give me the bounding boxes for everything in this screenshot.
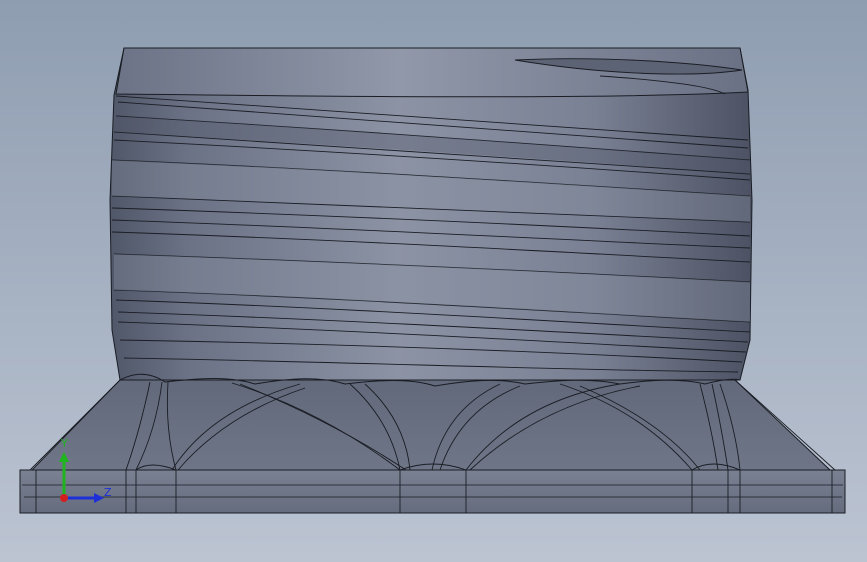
cad-model[interactable] bbox=[0, 0, 867, 562]
base-flange[interactable] bbox=[19, 379, 846, 514]
z-axis-label: Z bbox=[104, 486, 112, 499]
y-axis-label: Y bbox=[61, 437, 68, 450]
threaded-cylinder[interactable] bbox=[109, 47, 753, 387]
x-axis-dot bbox=[60, 494, 68, 502]
3d-viewport[interactable]: Y Z bbox=[0, 0, 867, 562]
orientation-triad: Y Z bbox=[52, 437, 122, 510]
